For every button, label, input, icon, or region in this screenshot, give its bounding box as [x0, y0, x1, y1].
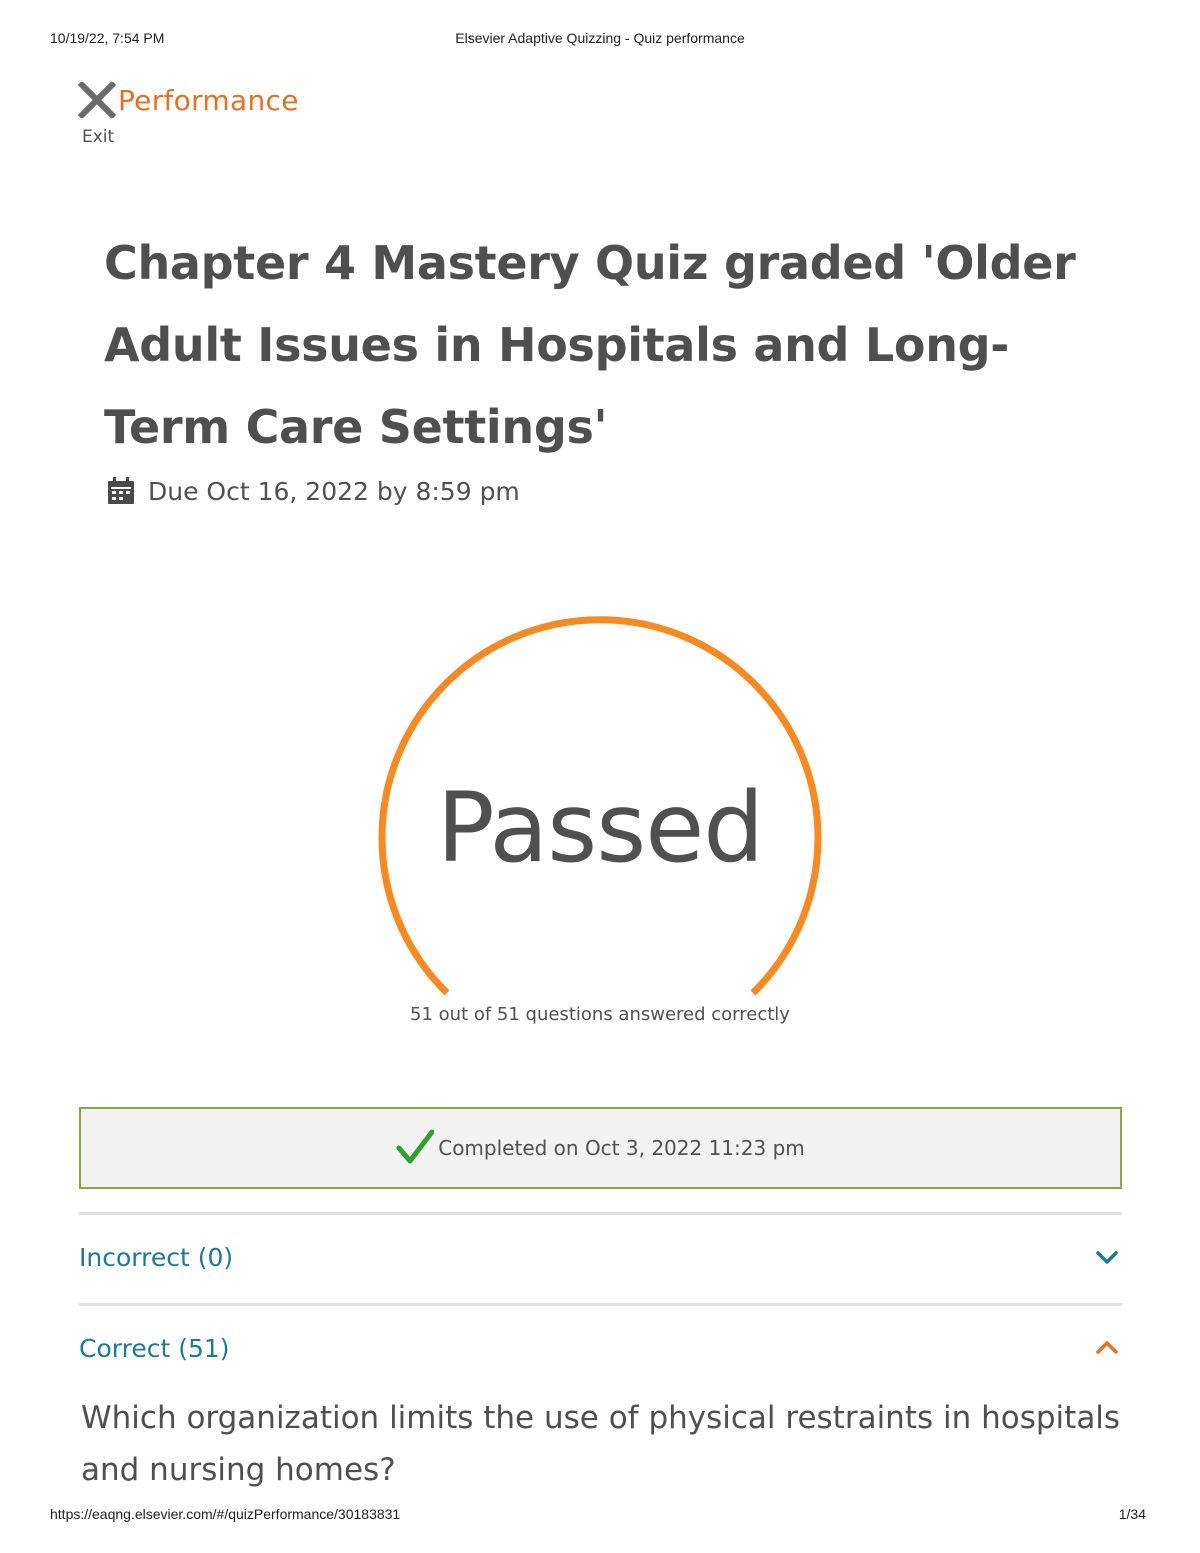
- close-icon: [78, 82, 116, 118]
- checkmark-icon: [396, 1129, 435, 1164]
- calendar-icon: [108, 477, 134, 504]
- print-page-number: 1/34: [1118, 1506, 1146, 1522]
- exit-button[interactable]: Exit: [78, 80, 120, 150]
- quiz-title: Chapter 4 Mastery Quiz graded 'Older Adu…: [104, 236, 1076, 454]
- due-date: Due Oct 16, 2022 by 8:59 pm: [106, 474, 520, 508]
- print-header: 10/19/22, 7:54 PM Elsevier Adaptive Quiz…: [0, 30, 1200, 50]
- question-text: Which organization limits the use of phy…: [81, 1400, 1121, 1488]
- exit-label: Exit: [82, 127, 115, 147]
- score-summary: 51 out of 51 questions answered correctl…: [410, 1004, 790, 1025]
- divider: [79, 1303, 1122, 1306]
- incorrect-section-toggle[interactable]: Incorrect (0): [79, 1233, 1122, 1281]
- completed-text: Completed on Oct 3, 2022 11:23 pm: [438, 1136, 805, 1160]
- print-document-title: Elsevier Adaptive Quizzing - Quiz perfor…: [455, 30, 745, 46]
- chevron-down-icon: [1096, 1251, 1118, 1264]
- due-date-text: Due Oct 16, 2022 by 8:59 pm: [148, 476, 520, 506]
- incorrect-section-label: Incorrect (0): [79, 1242, 234, 1272]
- correct-section-toggle[interactable]: Correct (51): [79, 1324, 1122, 1372]
- print-footer: https://eaqng.elsevier.com/#/quizPerform…: [0, 1506, 1200, 1526]
- score-gauge: Passed: [375, 612, 825, 1002]
- page-heading: Performance: [118, 84, 299, 117]
- correct-section-label: Correct (51): [79, 1333, 230, 1363]
- divider: [79, 1212, 1122, 1215]
- completed-banner: Completed on Oct 3, 2022 11:23 pm: [79, 1107, 1122, 1189]
- print-url: https://eaqng.elsevier.com/#/quizPerform…: [50, 1506, 401, 1522]
- result-status: Passed: [436, 772, 764, 884]
- chevron-up-icon: [1096, 1341, 1118, 1354]
